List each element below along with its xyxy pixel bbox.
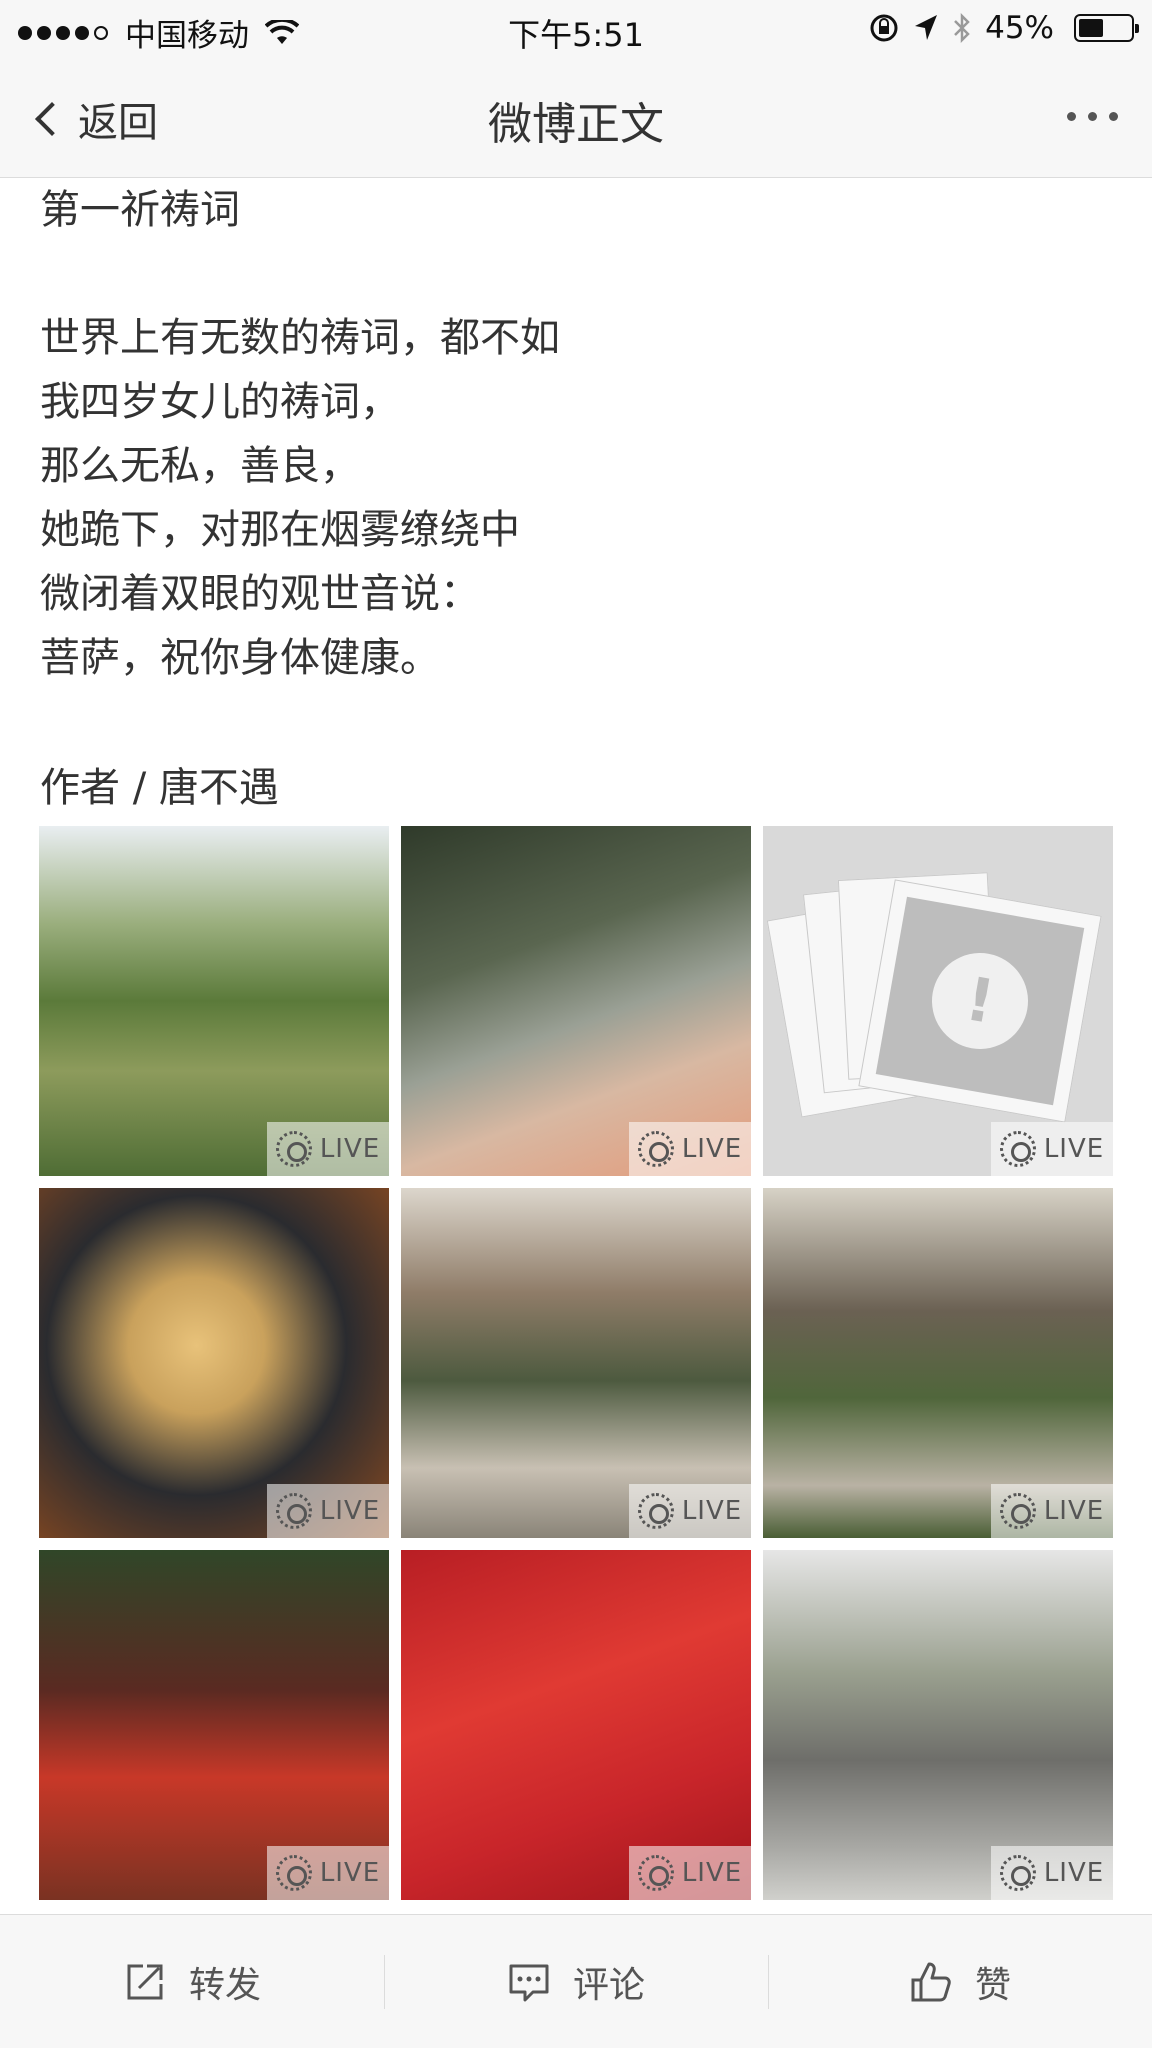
live-photo-icon <box>275 1855 312 1891</box>
like-button[interactable]: 赞 <box>768 1915 1152 2049</box>
post-content: 第一祈祷词 世界上有无数的祷词，都不如 我四岁女儿的祷词， 那么无私，善良， 她… <box>40 178 1120 820</box>
live-photo-icon <box>999 1855 1036 1891</box>
live-badge: LIVE <box>267 1846 389 1900</box>
live-badge: LIVE <box>991 1122 1113 1176</box>
live-badge: LIVE <box>267 1122 389 1176</box>
image-thumbnail[interactable]: LIVE <box>39 1188 389 1538</box>
repost-label: 转发 <box>188 1964 261 2006</box>
top-bar: 中国移动 下午5:51 45% 返回 微博正文 <box>0 0 1152 178</box>
page-title: 微博正文 <box>488 99 664 150</box>
poem-line: 那么无私，善良， <box>40 443 360 489</box>
more-button[interactable] <box>1067 112 1118 121</box>
live-badge: LIVE <box>991 1484 1113 1538</box>
nav-bar: 返回 微博正文 <box>0 60 1152 178</box>
live-photo-icon <box>999 1131 1036 1167</box>
share-icon <box>127 1964 163 1999</box>
poem-line: 微闭着双眼的观世音说： <box>40 571 480 617</box>
poem-line: 我四岁女儿的祷词， <box>40 379 400 425</box>
image-thumbnail[interactable]: LIVE <box>39 1550 389 1900</box>
author-line: 作者 / 唐不遇 <box>40 765 279 811</box>
orientation-lock-icon <box>870 14 898 42</box>
repost-button[interactable]: 转发 <box>0 1915 384 2049</box>
live-photo-icon <box>637 1131 674 1167</box>
image-grid: LIVE LIVE ! LIVE LIVE LIVE LIVE LIVE LIV… <box>39 826 1113 1900</box>
live-photo-icon <box>637 1493 674 1529</box>
image-thumbnail[interactable]: LIVE <box>39 826 389 1176</box>
poem-line: 菩萨，祝你身体健康。 <box>40 635 440 681</box>
post-title: 第一祈祷词 <box>40 187 240 233</box>
image-thumbnail[interactable]: LIVE <box>401 826 751 1176</box>
poem-line: 她跪下，对那在烟雾缭绕中 <box>40 507 520 553</box>
thumbs-up-icon <box>911 1962 951 2001</box>
image-thumbnail[interactable]: LIVE <box>763 1550 1113 1900</box>
live-badge: LIVE <box>629 1846 751 1900</box>
battery-icon <box>1074 14 1139 42</box>
live-photo-icon <box>275 1493 312 1529</box>
bluetooth-icon <box>954 12 970 44</box>
battery-percent: 45% <box>985 10 1054 46</box>
live-photo-icon <box>275 1131 312 1167</box>
comment-icon <box>509 1964 549 2001</box>
like-label: 赞 <box>974 1964 1011 2006</box>
image-thumbnail[interactable]: LIVE <box>401 1550 751 1900</box>
status-bar: 中国移动 下午5:51 45% <box>0 0 1152 60</box>
image-thumbnail[interactable]: ! LIVE <box>763 826 1113 1176</box>
live-badge: LIVE <box>629 1484 751 1538</box>
live-photo-icon <box>637 1855 674 1891</box>
location-arrow-icon <box>915 15 938 40</box>
poem-line: 世界上有无数的祷词，都不如 <box>40 315 560 361</box>
bottom-toolbar: 转发 评论 赞 <box>0 1914 1152 2048</box>
live-badge: LIVE <box>267 1484 389 1538</box>
image-thumbnail[interactable]: LIVE <box>763 1188 1113 1538</box>
comment-label: 评论 <box>572 1964 645 2006</box>
image-thumbnail[interactable]: LIVE <box>401 1188 751 1538</box>
live-badge: LIVE <box>629 1122 751 1176</box>
more-icon <box>1067 112 1076 121</box>
status-right: 45% <box>869 10 1139 46</box>
live-badge: LIVE <box>991 1846 1113 1900</box>
comment-button[interactable]: 评论 <box>384 1915 768 2049</box>
live-photo-icon <box>999 1493 1036 1529</box>
